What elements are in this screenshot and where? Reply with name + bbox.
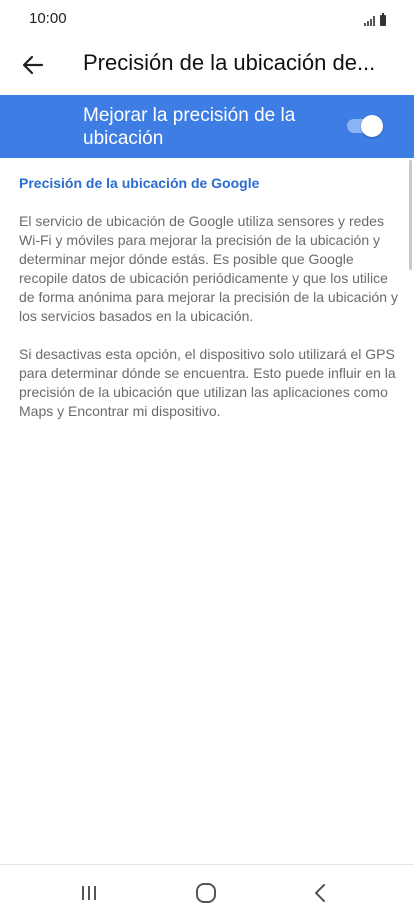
main-switch-row[interactable]: Mejorar la precisión de la ubicación	[0, 95, 414, 158]
page-title: Precisión de la ubicación de...	[83, 50, 376, 75]
location-accuracy-toggle[interactable]	[345, 115, 383, 137]
back-button[interactable]	[14, 46, 52, 84]
main-switch-label: Mejorar la precisión de la ubicación	[83, 105, 296, 149]
battery-icon	[380, 13, 386, 26]
home-icon	[196, 883, 216, 903]
screen: 10:00 Precisión de la ubicación de... Me…	[0, 0, 414, 920]
nav-bar	[0, 865, 414, 920]
app-bar: Precisión de la ubicación de...	[0, 38, 414, 94]
arrow-left-icon	[22, 55, 44, 75]
recents-icon	[82, 886, 96, 900]
signal-icon	[364, 16, 375, 26]
chevron-left-icon	[315, 884, 325, 902]
recents-button[interactable]	[67, 875, 111, 911]
status-icons	[364, 12, 386, 26]
description: El servicio de ubicación de Google utili…	[19, 212, 399, 440]
home-button[interactable]	[184, 875, 228, 911]
description-paragraph: Si desactivas esta opción, el dispositiv…	[19, 346, 396, 419]
nav-back-button[interactable]	[298, 875, 342, 911]
section-header: Precisión de la ubicación de Google	[19, 175, 260, 191]
status-bar: 10:00	[0, 0, 414, 38]
description-paragraph: El servicio de ubicación de Google utili…	[19, 213, 398, 324]
scrollbar[interactable]	[409, 160, 412, 270]
toggle-thumb	[361, 115, 383, 137]
status-time: 10:00	[29, 10, 67, 27]
